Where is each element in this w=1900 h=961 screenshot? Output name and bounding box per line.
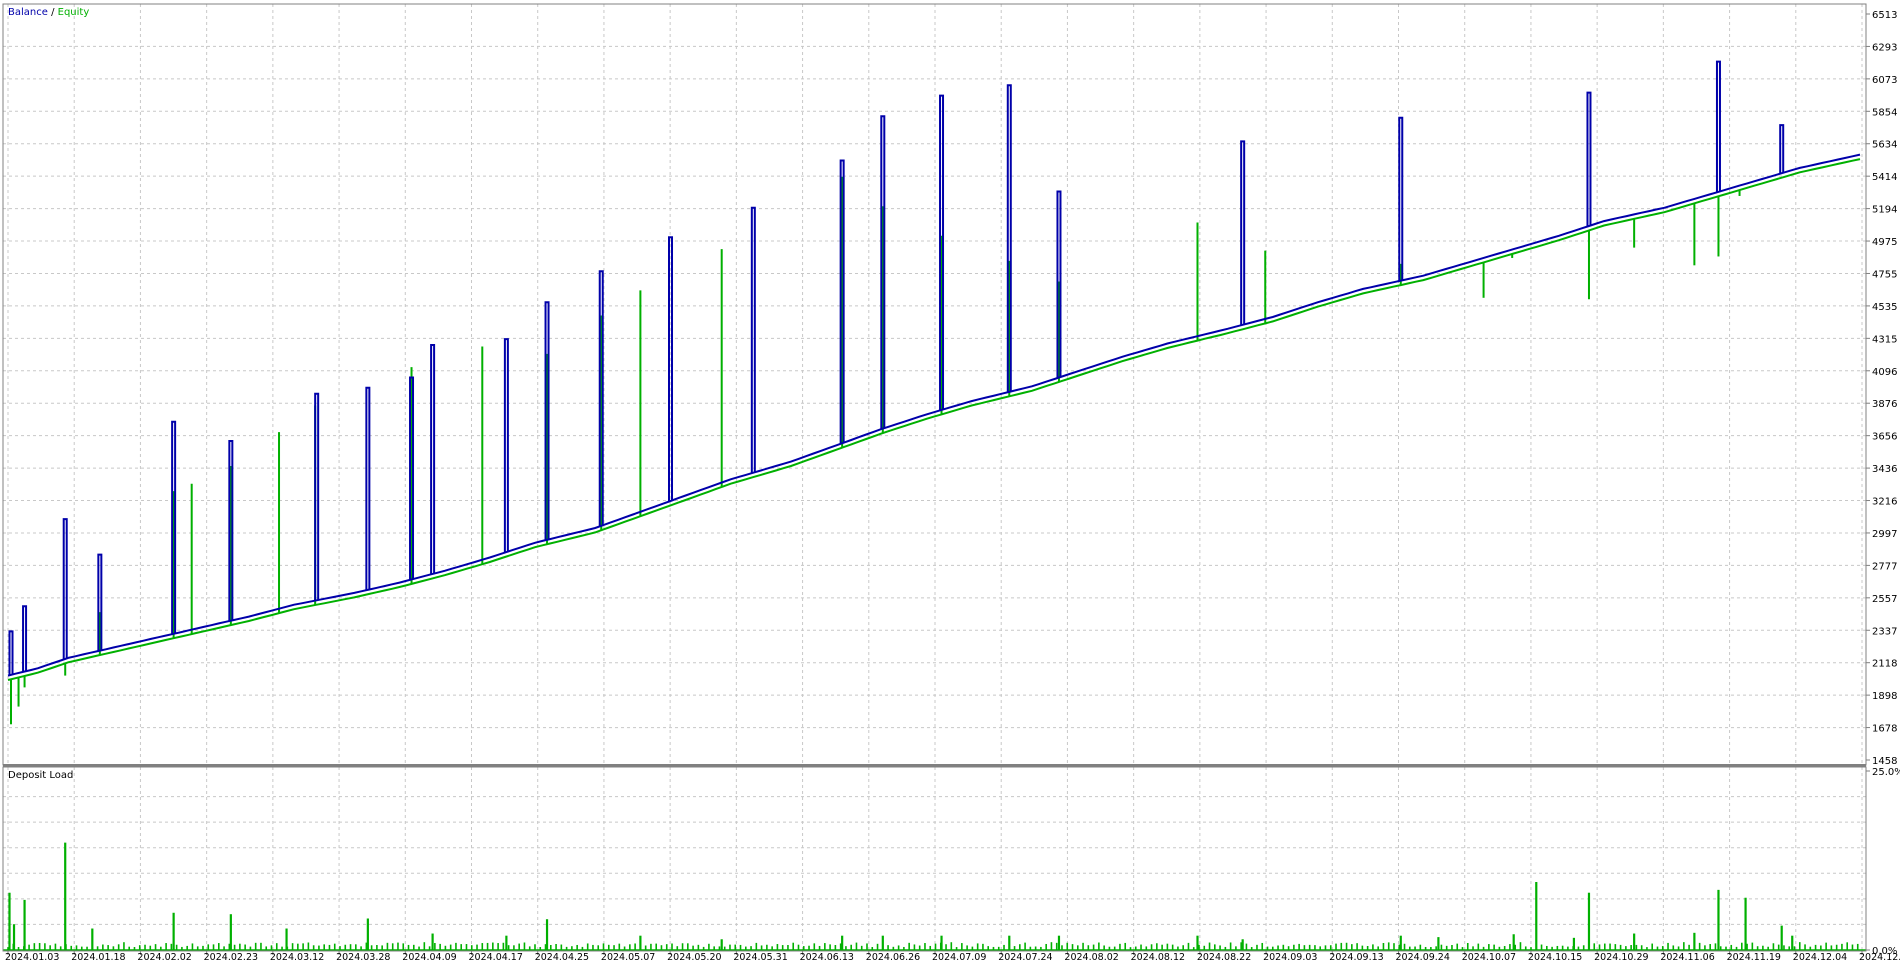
y-tick-label: 4755 xyxy=(1872,269,1897,280)
y-tick-label: 5854 xyxy=(1872,107,1897,118)
x-tick-label: 2024.07.09 xyxy=(932,952,986,961)
x-tick-label: 2024.02.23 xyxy=(204,952,258,961)
x-tick-label: 2024.04.25 xyxy=(535,952,589,961)
y-tick-label: 5194 xyxy=(1872,205,1897,216)
y-tick-label: 6513 xyxy=(1872,10,1897,21)
y-tick-label: 3876 xyxy=(1872,399,1897,410)
x-tick-label: 2024.09.03 xyxy=(1263,952,1317,961)
x-tick-label: 2024.07.24 xyxy=(998,952,1052,961)
x-tick-label: 2024.11.19 xyxy=(1727,952,1781,961)
x-tick-label: 2024.06.26 xyxy=(866,952,920,961)
x-tick-label: 2024.08.12 xyxy=(1131,952,1185,961)
x-tick-label: 2024.04.17 xyxy=(469,952,523,961)
x-tick-label: 2024.09.13 xyxy=(1329,952,1383,961)
x-tick-label: 2024.12.16 xyxy=(1859,952,1900,961)
x-tick-label: 2024.02.02 xyxy=(137,952,191,961)
x-tick-label: 2024.05.20 xyxy=(667,952,721,961)
legend-balance: Balance xyxy=(8,7,48,18)
legend-separator: / xyxy=(48,7,58,18)
x-tick-label: 2024.11.06 xyxy=(1660,952,1714,961)
y-tick-label: 2118 xyxy=(1872,659,1897,670)
x-tick-label: 2024.01.18 xyxy=(71,952,125,961)
y-tick-label: 4535 xyxy=(1872,302,1897,313)
y-tick-label: 6073 xyxy=(1872,75,1897,86)
y-tick-label: 3436 xyxy=(1872,464,1897,475)
legend-equity: Equity xyxy=(58,7,90,18)
x-tick-label: 2024.05.07 xyxy=(601,952,655,961)
y-tick-label: 2997 xyxy=(1872,529,1897,540)
y-tick-label: 2557 xyxy=(1872,594,1897,605)
x-tick-label: 2024.08.22 xyxy=(1197,952,1251,961)
y-tick-label: 1898 xyxy=(1872,691,1897,702)
y-tick-label: 4975 xyxy=(1872,237,1897,248)
x-tick-label: 2024.03.12 xyxy=(270,952,324,961)
y-tick-label: 4096 xyxy=(1872,367,1897,378)
y-tick-label: 5414 xyxy=(1872,172,1897,183)
y-tick-label: 2337 xyxy=(1872,626,1897,637)
x-tick-label: 2024.05.31 xyxy=(733,952,787,961)
y-tick-label: 5634 xyxy=(1872,140,1897,151)
y-tick-label: 6293 xyxy=(1872,42,1897,53)
x-tick-label: 2024.01.03 xyxy=(5,952,59,961)
y-tick-label: 2777 xyxy=(1872,561,1897,572)
x-tick-label: 2024.10.15 xyxy=(1528,952,1582,961)
x-tick-label: 2024.12.04 xyxy=(1793,952,1847,961)
y-tick-label: 4315 xyxy=(1872,334,1897,345)
x-tick-label: 2024.06.13 xyxy=(800,952,854,961)
y-tick-label: 3216 xyxy=(1872,497,1897,508)
x-tick-label: 2024.03.28 xyxy=(336,952,390,961)
x-tick-label: 2024.10.29 xyxy=(1594,952,1648,961)
load-y-tick-label: 25.0% xyxy=(1872,767,1900,778)
x-tick-label: 2024.08.02 xyxy=(1064,952,1118,961)
strategy-tester-chart: 6513 6293 6073 5854 5634 5414 5194 4975 4755 4535… xyxy=(0,0,1900,961)
date-x-axis: 2024.01.03 2024.01.18 2024.02.02 2024.02.23… xyxy=(5,951,1900,961)
chart-legend: Balance / Equity xyxy=(8,7,89,18)
y-tick-label: 1678 xyxy=(1872,724,1897,735)
y-tick-label: 1458 xyxy=(1872,756,1897,767)
x-tick-label: 2024.10.07 xyxy=(1462,952,1516,961)
x-tick-label: 2024.04.09 xyxy=(402,952,456,961)
deposit-load-label: Deposit Load xyxy=(8,770,73,781)
x-tick-label: 2024.09.24 xyxy=(1396,952,1450,961)
y-tick-label: 3656 xyxy=(1872,432,1897,443)
